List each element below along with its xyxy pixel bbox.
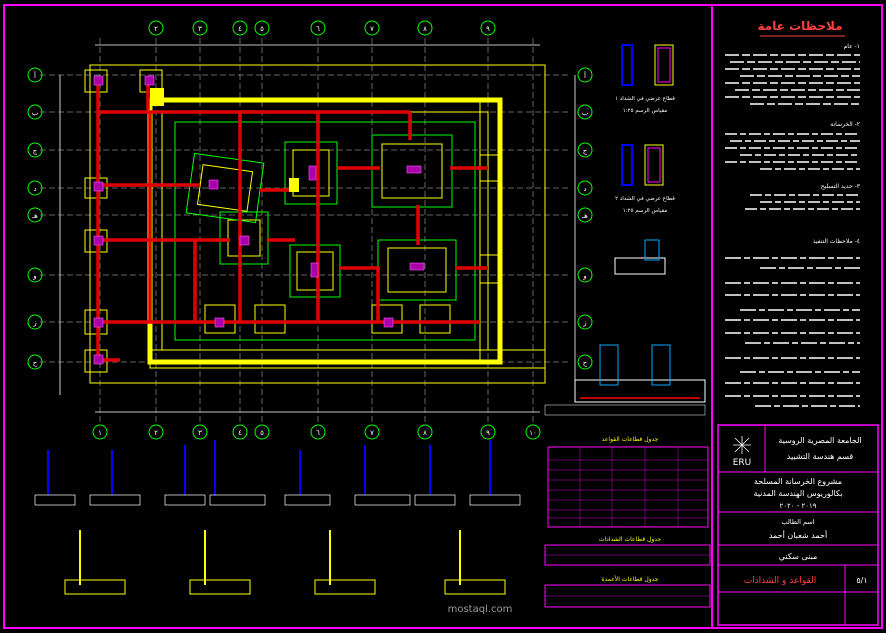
columns-schedule-title: جدول قطاعات الأعمدة [601, 575, 658, 583]
section-2-scale: مقياس الرسم ١:٢٥ [623, 208, 668, 214]
axis-top-label: ٥ [260, 25, 264, 33]
axis-bottom-label: ٣ [198, 429, 202, 437]
schedule-tables: جدول قطاعات القواعد جدول قطاعات الشدادات… [544, 436, 711, 608]
logo-text: ERU [733, 458, 752, 468]
axis-right-label: هـ [581, 212, 588, 220]
section-1-scale: مقياس الرسم ١:٢٥ [623, 108, 668, 114]
notes-section-3: ٣- حديد التسليح [821, 183, 861, 190]
axis-right-label: ز [582, 319, 586, 327]
section-2-label: قطاع عرضي في الشداد ٢ [615, 196, 675, 202]
axis-left-label: ز [32, 319, 36, 327]
axis-right-label: و [582, 272, 586, 280]
axis-left-label: هـ [31, 212, 38, 220]
axis-bottom-label: ٧ [370, 429, 374, 437]
section-1-label: قطاع عرضي في الشداد ١ [615, 96, 675, 102]
axis-left-label: أ [34, 71, 36, 80]
drawing-title: القواعد و الشدادات [744, 576, 817, 586]
notes-section-1: ١- عام [844, 43, 860, 50]
axis-bottom-label: ١ [98, 429, 102, 437]
notes-section-4: ٤- ملاحظات التنفيذ [813, 238, 860, 245]
project-years: ٢٠١٩ - ٢٠٢٠ [779, 502, 816, 510]
tie-beam-sections: قطاع عرضي في الشداد ١ مقياس الرسم ١:٢٥ ق… [544, 44, 706, 416]
notes-section-2: ٢- الخرسانة [830, 121, 860, 128]
tie-beams-schedule-title: جدول قطاعات الشدادات [599, 536, 662, 543]
axis-top-label: ٤ [238, 25, 242, 33]
student-label: اسم الطالب [781, 518, 814, 526]
watermark: mostaql.com [448, 604, 513, 615]
axis-top-label: ٢ [154, 25, 158, 33]
axis-left-label: د [33, 185, 36, 193]
axis-left-label: ج [33, 147, 38, 155]
project-title: مشروع الخرسانة المسلحة [754, 477, 842, 486]
footing-details [34, 440, 521, 595]
university-name: الجامعة المصرية الروسية [778, 436, 861, 445]
student-name: أحمد شعبان أحمد [769, 530, 827, 540]
axis-top-label: ٩ [486, 25, 490, 33]
axis-top-label: ٦ [316, 25, 320, 33]
structural-drawing-sheet: ٢ ٣ ٤ ٥ ٦ ٧ ٨ ٩ ١ ٢ ٣ ٤ ٥ ٦ ٧ ٨ ٩ ١٠ أ ب… [3, 4, 883, 629]
axis-right-label: ج [583, 147, 588, 155]
axis-top-label: ٣ [198, 25, 202, 33]
axis-left-label: ب [32, 109, 39, 117]
axis-right-label: أ [584, 71, 586, 80]
notes-heading: ملاحظات عامة [757, 19, 842, 33]
department-name: قسم هندسة التشييد [787, 452, 854, 461]
axis-bottom-label: ٥ [260, 429, 264, 437]
axis-bottom-label: ٤ [238, 429, 242, 437]
axis-bottom-label: ٩ [486, 429, 490, 437]
axis-right-label: ب [582, 109, 589, 117]
axis-left-label: ح [33, 359, 38, 367]
axis-top-label: ٨ [423, 25, 427, 33]
building-type: مبنى سكني [779, 552, 818, 561]
axis-left-label: و [32, 272, 36, 280]
axis-bottom-label: ٦ [316, 429, 320, 437]
axis-bottom-label: ٢ [154, 429, 158, 437]
footings-schedule-title: جدول قطاعات القواعد [602, 436, 659, 443]
foundation-plan: ٢ ٣ ٤ ٥ ٦ ٧ ٨ ٩ ١ ٢ ٣ ٤ ٥ ٦ ٧ ٨ ٩ ١٠ أ ب… [27, 20, 593, 440]
axis-top-label: ٧ [370, 25, 374, 33]
title-block: ERU الجامعة المصرية الروسية قسم هندسة ال… [717, 424, 879, 626]
general-notes: ملاحظات عامة ١- عام ٢- الخرسانة ٣- حديد … [725, 19, 861, 407]
axis-bottom-label: ١٠ [529, 429, 537, 437]
axis-right-label: د [583, 185, 586, 193]
project-degree: بكالوريوس الهندسة المدنية [753, 489, 842, 498]
university-logo [733, 436, 751, 454]
axis-right-label: ح [583, 359, 588, 367]
axis-bottom-label: ٨ [423, 429, 427, 437]
sheet-number: ٥/١ [856, 576, 867, 585]
